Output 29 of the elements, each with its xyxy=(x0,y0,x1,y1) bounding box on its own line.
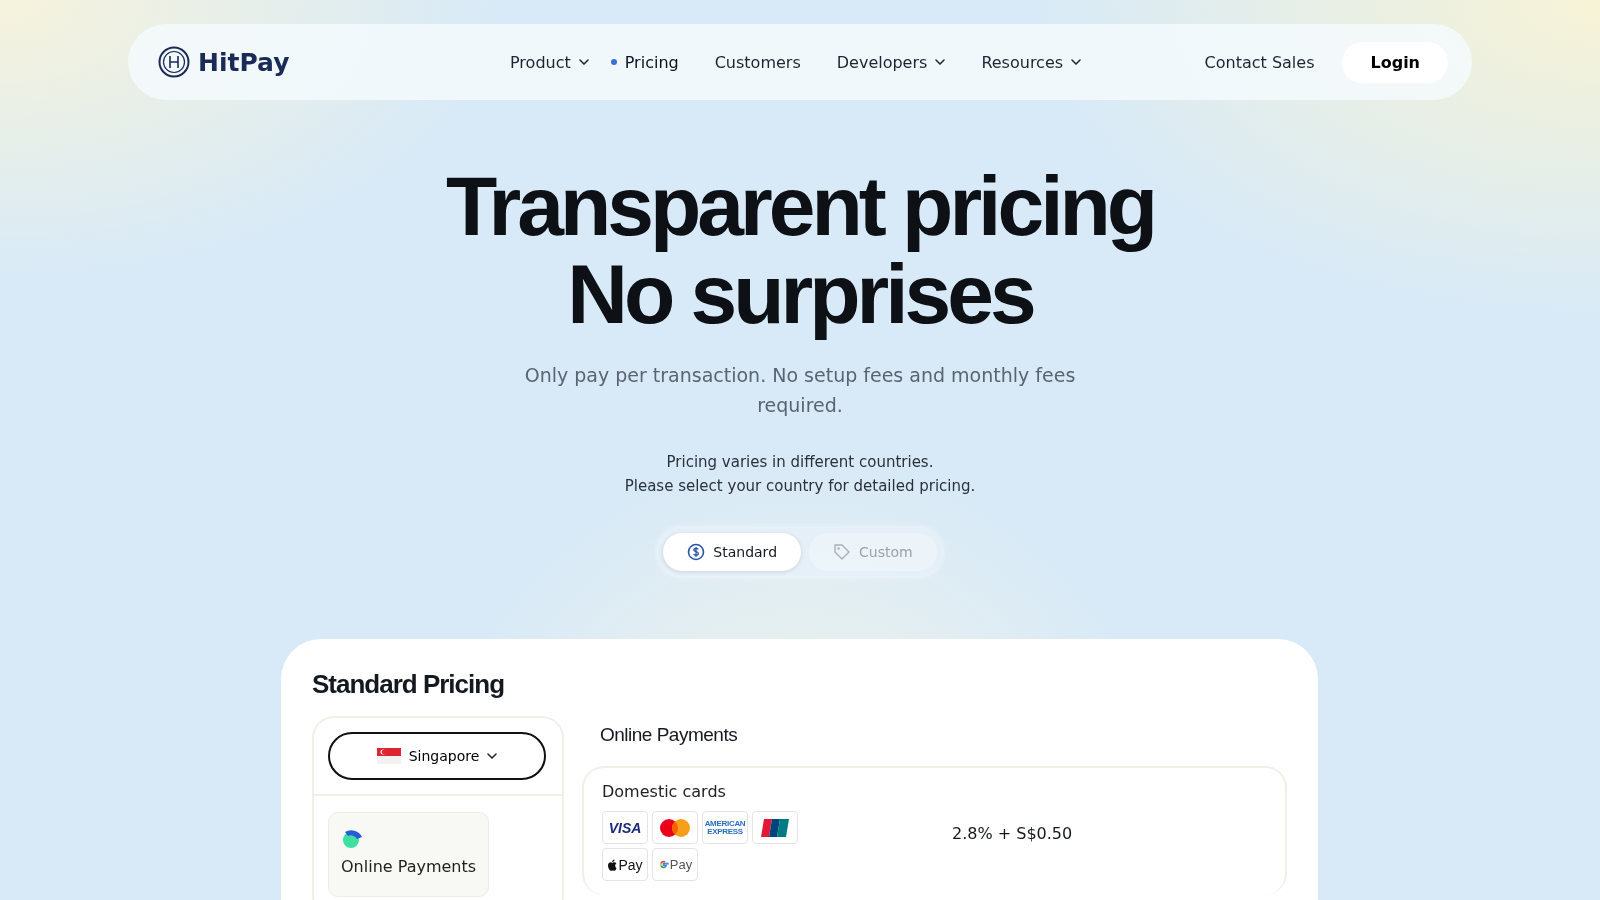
logo-icon xyxy=(158,46,190,78)
amex-logo: AMERICAN EXPRESS xyxy=(702,811,748,844)
section-title: Online Payments xyxy=(600,724,739,746)
pricing-title: Standard Pricing xyxy=(312,669,506,700)
nav-link[interactable]: Customers xyxy=(692,46,809,78)
flag-icon xyxy=(376,748,401,764)
country-select[interactable]: Singapore xyxy=(328,732,546,780)
nav-link[interactable]: Developers xyxy=(814,46,954,78)
mastercard-logo xyxy=(652,811,698,844)
contact-sales-link[interactable]: Contact Sales xyxy=(1198,51,1321,73)
row-title: Domestic cards xyxy=(602,782,727,801)
country-note: Pricing varies in different countries. Please select your country for detailed pricing. xyxy=(624,452,976,497)
google-pay-logo: Pay xyxy=(652,848,698,881)
nav-link[interactable]: Product xyxy=(488,46,597,78)
plan-tab[interactable]: Standard xyxy=(663,533,802,571)
dollar-icon xyxy=(687,543,706,561)
unionpay-logo xyxy=(752,811,798,844)
chevron-down-icon xyxy=(487,753,498,759)
apple-pay-logo: Pay xyxy=(602,848,648,881)
category-item[interactable]: Online Payments xyxy=(328,812,490,897)
login-button[interactable]: Login xyxy=(1342,41,1448,83)
tag-icon xyxy=(833,543,852,561)
nav-link[interactable]: Resources xyxy=(959,46,1090,78)
hero-title: Transparent pricing No surprises xyxy=(445,162,1155,338)
price-text: 2.8% + S$0.50 xyxy=(952,824,1073,845)
visa-logo: VISA xyxy=(602,811,648,844)
brand-name: HitPay xyxy=(198,47,290,77)
hero-subtitle: Only pay per transaction. No setup fees and monthly fees required. xyxy=(523,363,1077,418)
nav-link[interactable]: Pricing xyxy=(602,46,687,78)
